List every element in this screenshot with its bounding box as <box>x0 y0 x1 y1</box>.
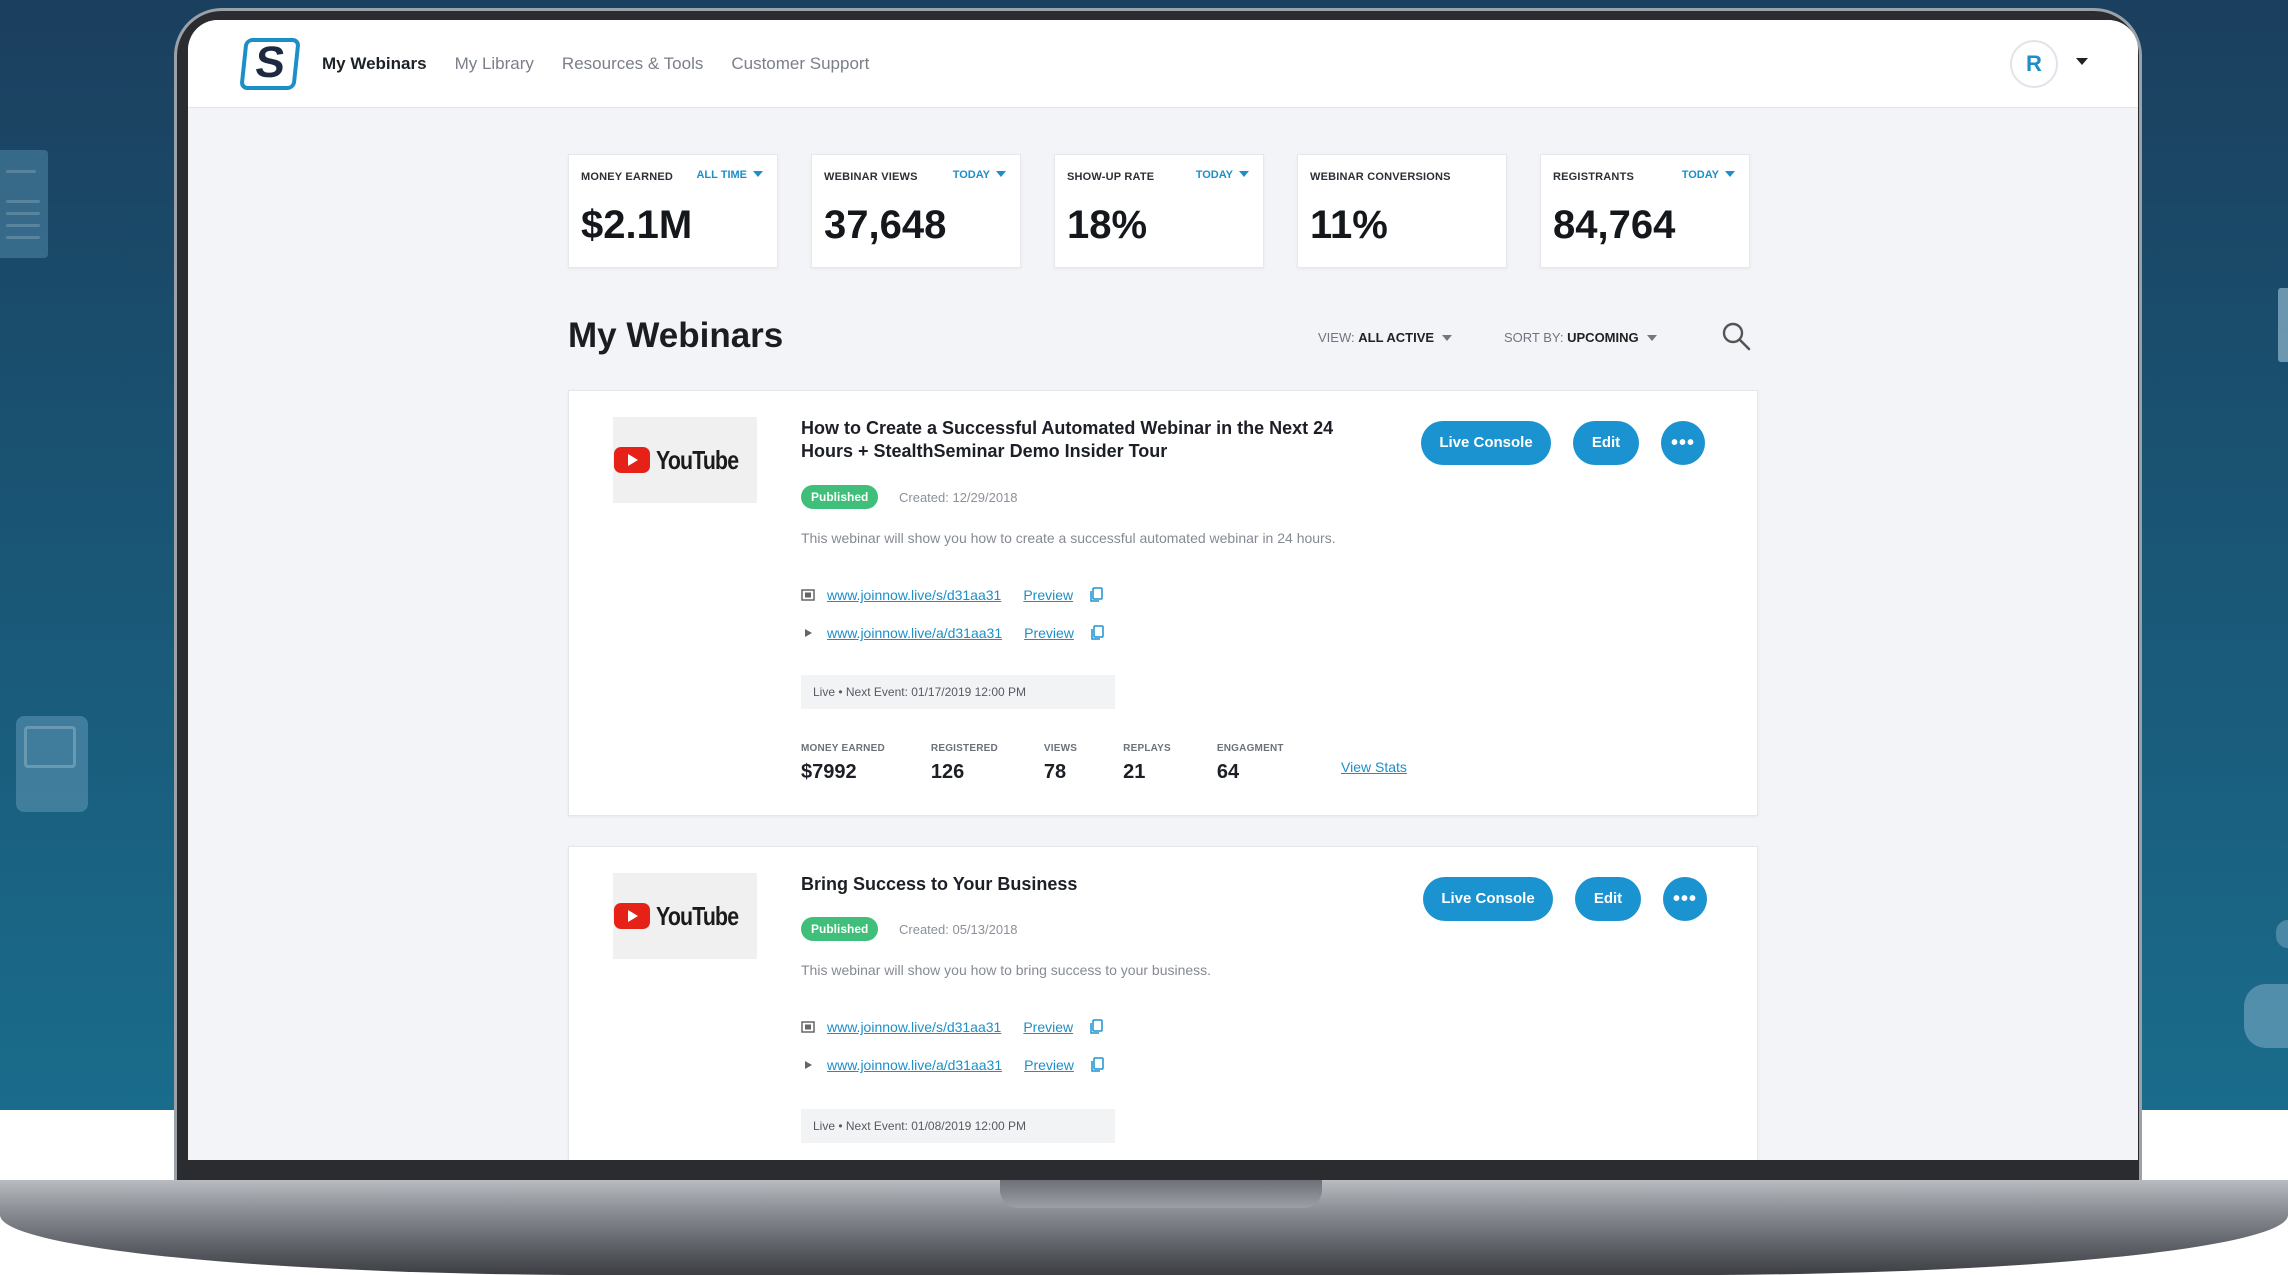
stat-range-dropdown[interactable]: TODAY <box>1196 169 1249 181</box>
nav-item-my-library[interactable]: My Library <box>455 54 534 74</box>
webinar-url-link[interactable]: www.joinnow.live/a/d31aa31 <box>827 1057 1002 1073</box>
preview-link[interactable]: Preview <box>1024 1057 1074 1073</box>
preview-link[interactable]: Preview <box>1023 1019 1073 1035</box>
stat-card-show-up-rate: SHOW-UP RATE TODAY 18% <box>1054 154 1264 268</box>
nav-item-customer-support[interactable]: Customer Support <box>731 54 869 74</box>
metric-registered: REGISTERED 126 <box>930 743 998 783</box>
stat-label: REGISTRANTS <box>1553 171 1635 183</box>
youtube-play-icon <box>613 903 650 929</box>
preview-link[interactable]: Preview <box>1024 625 1074 641</box>
status-badge: Published <box>801 485 879 509</box>
view-stats-link[interactable]: View Stats <box>1341 759 1407 775</box>
search-icon[interactable] <box>1720 320 1752 352</box>
stat-card-registrants: REGISTRANTS TODAY 84,764 <box>1540 154 1750 268</box>
chevron-down-icon <box>996 171 1006 177</box>
webinar-card: YouTube Bring Success to Your Business P… <box>568 846 1758 1160</box>
metric-replays: REPLAYS 21 <box>1123 743 1171 783</box>
chevron-down-icon <box>753 171 763 177</box>
play-icon <box>805 1061 812 1069</box>
stat-range-dropdown[interactable]: ALL TIME <box>696 169 763 181</box>
stat-card-money-earned: MONEY EARNED ALL TIME $2.1M <box>568 154 778 268</box>
live-console-button[interactable]: Live Console <box>1421 421 1551 465</box>
stat-value: 11% <box>1310 203 1388 247</box>
webinar-description: This webinar will show you how to bring … <box>801 962 1212 978</box>
webinar-link-row: www.joinnow.live/s/d31aa31 Preview <box>801 1019 1103 1035</box>
decorative-shape <box>2244 984 2288 1048</box>
created-date: Created: 12/29/2018 <box>899 490 1018 505</box>
top-navigation-bar: S My Webinars My Library Resources & Too… <box>188 20 2138 108</box>
copy-icon[interactable] <box>1090 625 1104 641</box>
more-options-button[interactable]: ••• <box>1661 421 1705 465</box>
webinar-link-row: www.joinnow.live/a/d31aa31 Preview <box>801 625 1104 641</box>
youtube-wordmark: YouTube <box>655 444 739 475</box>
play-icon <box>805 629 812 637</box>
stealthseminar-logo[interactable]: S <box>239 38 301 90</box>
stat-card-webinar-views: WEBINAR VIEWS TODAY 37,648 <box>811 154 1021 268</box>
app-screen: S My Webinars My Library Resources & Too… <box>188 20 2138 1160</box>
copy-icon[interactable] <box>1090 1057 1104 1073</box>
webinar-link-row: www.joinnow.live/a/d31aa31 Preview <box>801 1057 1104 1073</box>
stat-label: WEBINAR VIEWS <box>824 171 918 183</box>
next-event-info: Live • Next Event: 01/17/2019 12:00 PM <box>801 675 1115 709</box>
copy-icon[interactable] <box>1089 587 1103 603</box>
chevron-down-icon <box>1725 171 1735 177</box>
webinar-card: YouTube How to Create a Successful Autom… <box>568 390 1758 816</box>
stat-range-dropdown[interactable]: TODAY <box>953 169 1006 181</box>
film-icon <box>801 589 815 601</box>
chevron-down-icon <box>1239 171 1249 177</box>
stat-label: WEBINAR CONVERSIONS <box>1310 171 1451 183</box>
view-filter-dropdown[interactable]: VIEW: ALL ACTIVE <box>1318 330 1453 345</box>
stat-value: 18% <box>1067 203 1148 247</box>
youtube-play-icon <box>613 447 650 473</box>
more-options-button[interactable]: ••• <box>1663 877 1707 921</box>
preview-link[interactable]: Preview <box>1023 587 1073 603</box>
metric-engagement: ENGAGMENT 64 <box>1216 743 1284 783</box>
stat-value: $2.1M <box>581 203 693 247</box>
stat-label: SHOW-UP RATE <box>1067 171 1155 183</box>
laptop-base <box>0 1180 2288 1275</box>
next-event-info: Live • Next Event: 01/08/2019 12:00 PM <box>801 1109 1115 1143</box>
decorative-shape <box>2278 288 2288 362</box>
decorative-document-icon <box>0 150 48 258</box>
webinar-metrics: MONEY EARNED $7992 REGISTERED 126 VIEWS 78 … <box>801 743 1330 784</box>
chevron-down-icon <box>1646 335 1657 341</box>
webinar-url-link[interactable]: www.joinnow.live/s/d31aa31 <box>827 1019 1001 1035</box>
nav-item-resources-tools[interactable]: Resources & Tools <box>562 54 703 74</box>
webinar-title[interactable]: Bring Success to Your Business <box>801 873 1381 896</box>
user-avatar[interactable]: R <box>2010 40 2058 88</box>
film-icon <box>801 1021 815 1033</box>
webinar-thumbnail[interactable]: YouTube <box>613 417 757 503</box>
webinar-description: This webinar will show you how to create… <box>801 530 1336 546</box>
stat-value: 84,764 <box>1553 203 1676 247</box>
youtube-wordmark: YouTube <box>655 900 739 931</box>
copy-icon[interactable] <box>1089 1019 1103 1035</box>
stat-label: MONEY EARNED <box>581 171 674 183</box>
nav-item-my-webinars[interactable]: My Webinars <box>322 54 427 74</box>
edit-button[interactable]: Edit <box>1573 421 1639 465</box>
webinar-thumbnail[interactable]: YouTube <box>613 873 757 959</box>
sort-dropdown[interactable]: SORT BY: UPCOMING <box>1504 330 1657 345</box>
page-title: My Webinars <box>568 316 784 355</box>
webinar-url-link[interactable]: www.joinnow.live/a/d31aa31 <box>827 625 1002 641</box>
metric-money-earned: MONEY EARNED $7992 <box>801 743 885 783</box>
status-badge: Published <box>801 917 879 941</box>
created-date: Created: 05/13/2018 <box>899 922 1018 937</box>
stat-card-webinar-conversions: WEBINAR CONVERSIONS 11% <box>1297 154 1507 268</box>
main-nav: My Webinars My Library Resources & Tools… <box>322 54 869 74</box>
metric-views: VIEWS 78 <box>1043 743 1078 783</box>
stat-range-dropdown[interactable]: TODAY <box>1682 169 1735 181</box>
chevron-down-icon <box>1442 335 1453 341</box>
live-console-button[interactable]: Live Console <box>1423 877 1553 921</box>
decorative-image-icon <box>16 716 88 812</box>
account-menu-chevron-down-icon[interactable] <box>2076 58 2088 65</box>
webinar-link-row: www.joinnow.live/s/d31aa31 Preview <box>801 587 1103 603</box>
edit-button[interactable]: Edit <box>1575 877 1641 921</box>
webinar-url-link[interactable]: www.joinnow.live/s/d31aa31 <box>827 587 1001 603</box>
webinar-title[interactable]: How to Create a Successful Automated Web… <box>801 417 1381 463</box>
stat-value: 37,648 <box>824 203 947 247</box>
